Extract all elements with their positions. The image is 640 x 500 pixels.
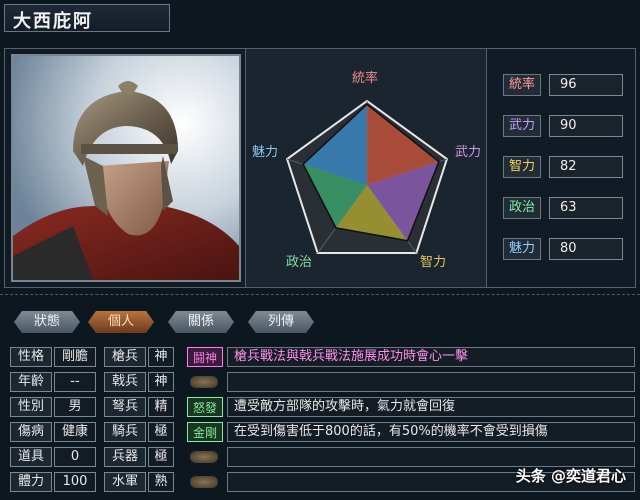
troop-label: 兵器	[104, 447, 146, 467]
troop-value: 精	[148, 397, 174, 417]
troop-label: 水軍	[104, 472, 146, 492]
portrait-image	[13, 56, 239, 280]
stat-label: 魅力	[503, 238, 541, 260]
empty-skill-icon	[190, 451, 218, 463]
section-divider	[0, 294, 640, 296]
stat-value: 80	[549, 238, 623, 260]
troop-value: 熟	[148, 472, 174, 492]
empty-skill-icon	[190, 376, 218, 388]
skill-description	[227, 447, 635, 467]
stat-row-war: 武力 90	[503, 115, 623, 137]
personal-value: 剛膽	[54, 347, 96, 367]
radar-label-war: 武力	[455, 145, 482, 160]
radar-label-intelligence: 智力	[420, 255, 447, 270]
skill-description: 在受到傷害低于800的話，有50%的機率不會受到損傷	[227, 422, 635, 442]
stat-value: 90	[549, 115, 623, 137]
troop-label: 騎兵	[104, 422, 146, 442]
stat-value: 82	[549, 156, 623, 178]
stat-label: 統率	[503, 74, 541, 96]
personal-label: 體力	[10, 472, 52, 492]
stat-row-command: 統率 96	[503, 74, 623, 96]
watermark: 头条 @奕道君心	[515, 467, 626, 485]
tab-personal[interactable]: 個人	[88, 311, 154, 333]
character-overview-panel: 統率 武力 智力 政治 魅力 統率 96 武力 90 智力 82 政治 63 魅…	[4, 48, 636, 288]
stat-label: 智力	[503, 156, 541, 178]
troop-value: 極	[148, 447, 174, 467]
troop-value: 極	[148, 422, 174, 442]
empty-skill-icon	[190, 476, 218, 488]
personal-label: 傷病	[10, 422, 52, 442]
personal-value: 100	[54, 472, 96, 492]
stat-row-charisma: 魅力 80	[503, 238, 623, 260]
troop-label: 槍兵	[104, 347, 146, 367]
skill-description	[227, 372, 635, 392]
skill-description: 槍兵戰法與戟兵戰法施展成功時會心一擊	[227, 347, 635, 367]
personal-label: 道具	[10, 447, 52, 467]
stat-row-politics: 政治 63	[503, 197, 623, 219]
stat-radar-chart: 統率 武力 智力 政治 魅力	[245, 49, 487, 287]
stat-label: 政治	[503, 197, 541, 219]
stat-row-intelligence: 智力 82	[503, 156, 623, 178]
radar-label-command: 統率	[352, 71, 379, 86]
personal-label: 性別	[10, 397, 52, 417]
stat-list: 統率 96 武力 90 智力 82 政治 63 魅力 80	[491, 49, 635, 287]
tab-biography[interactable]: 列傳	[248, 311, 314, 333]
tab-relations[interactable]: 關係	[168, 311, 234, 333]
troop-label: 弩兵	[104, 397, 146, 417]
skill-tag: 怒發	[187, 397, 223, 417]
personal-value: 男	[54, 397, 96, 417]
troop-label: 戟兵	[104, 372, 146, 392]
stat-label: 武力	[503, 115, 541, 137]
radar-label-politics: 政治	[286, 255, 313, 270]
skill-tag: 金剛	[187, 422, 223, 442]
personal-value: 健康	[54, 422, 96, 442]
stat-value: 63	[549, 197, 623, 219]
skill-tag: 鬪神	[187, 347, 223, 367]
character-name: 大西庇阿	[4, 4, 170, 32]
personal-value: --	[54, 372, 96, 392]
personal-value: 0	[54, 447, 96, 467]
personal-label: 性格	[10, 347, 52, 367]
personal-label: 年齡	[10, 372, 52, 392]
stat-value: 96	[549, 74, 623, 96]
troop-value: 神	[148, 372, 174, 392]
skill-description: 遭受敵方部隊的攻擊時，氣力就會回復	[227, 397, 635, 417]
tab-status[interactable]: 狀態	[14, 311, 80, 333]
radar-label-charisma: 魅力	[252, 145, 279, 160]
troop-value: 神	[148, 347, 174, 367]
character-portrait	[11, 54, 241, 282]
